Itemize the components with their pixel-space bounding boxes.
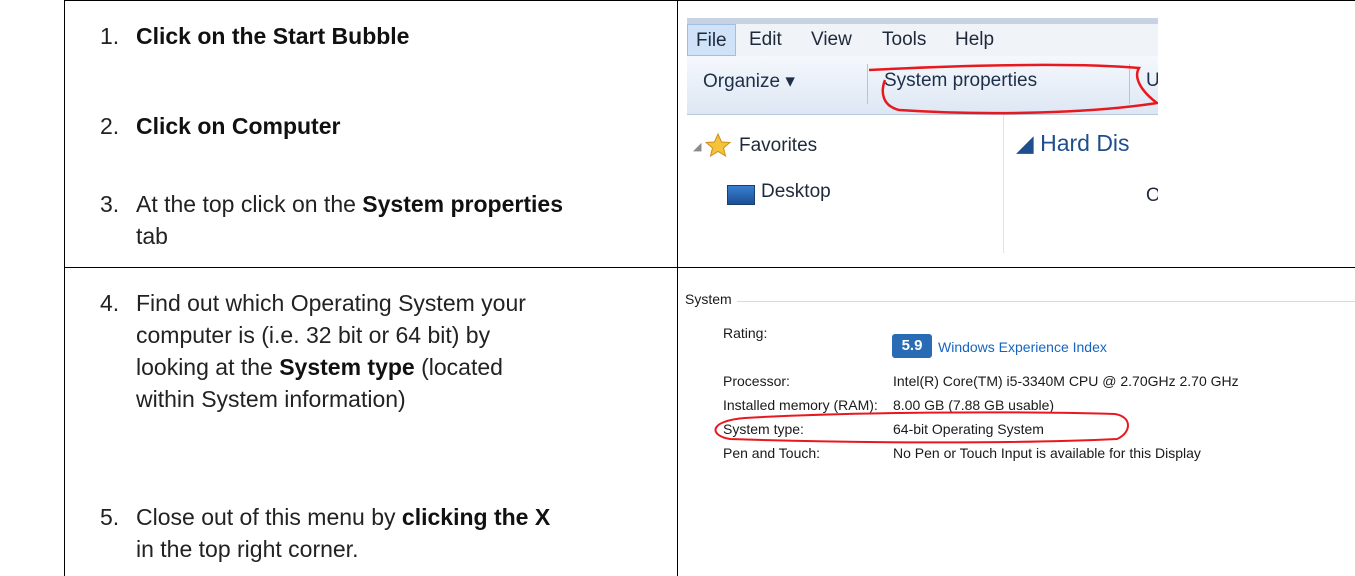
step-text: Click on Computer bbox=[136, 110, 340, 142]
step-text: Click on the Start Bubble bbox=[136, 20, 409, 52]
step-text-bold: System type bbox=[279, 354, 415, 380]
step-text-part: looking at the bbox=[136, 354, 280, 380]
explorer-screenshot: File Edit View Tools Help Organize ▾ Sys… bbox=[687, 18, 1158, 253]
step-text-part: Close out of this menu by bbox=[136, 504, 402, 530]
system-info-screenshot-cell: System Rating: 5.9 Windows Experience In… bbox=[677, 267, 1355, 576]
step-text-line-2: in the top right corner. bbox=[136, 536, 359, 562]
system-info-screenshot: System Rating: 5.9 Windows Experience In… bbox=[685, 281, 1355, 481]
step-text: At the top click on the System propertie… bbox=[136, 188, 563, 220]
step-text-line-2: computer is (i.e. 32 bit or 64 bit) by bbox=[136, 322, 491, 348]
highlight-annotation bbox=[868, 63, 1158, 115]
explorer-screenshot-cell: File Edit View Tools Help Organize ▾ Sys… bbox=[677, 0, 1355, 267]
step-number: 5. bbox=[100, 504, 120, 530]
step-text-line-2: tab bbox=[136, 223, 168, 249]
instructions-cell-1: 1. Click on the Start Bubble 2. Click on… bbox=[64, 0, 677, 267]
step-text-part: (located bbox=[414, 354, 503, 380]
system-type-annotation bbox=[714, 411, 1129, 444]
instructions-cell-2: 4. Find out which Operating System your … bbox=[64, 267, 677, 576]
step-text-line-4: within System information) bbox=[136, 386, 406, 412]
step-text-bold: clicking the X bbox=[401, 504, 551, 530]
step-text-line-1: Find out which Operating System your bbox=[136, 290, 526, 316]
step-text-line-1: Close out of this menu by clicking the X bbox=[136, 501, 550, 533]
step-number: 3. bbox=[100, 191, 120, 217]
step-text-part: At the top click on the bbox=[136, 191, 363, 217]
step-text-bold: Click on Computer bbox=[136, 113, 341, 139]
step-number: 2. bbox=[100, 113, 120, 139]
step-text-line-3: looking at the System type (located bbox=[136, 351, 503, 383]
step-number: 4. bbox=[100, 290, 120, 316]
step-number: 1. bbox=[100, 23, 120, 49]
step-text-bold: Click on the Start Bubble bbox=[136, 23, 410, 49]
step-text-bold: System properties bbox=[362, 191, 563, 217]
